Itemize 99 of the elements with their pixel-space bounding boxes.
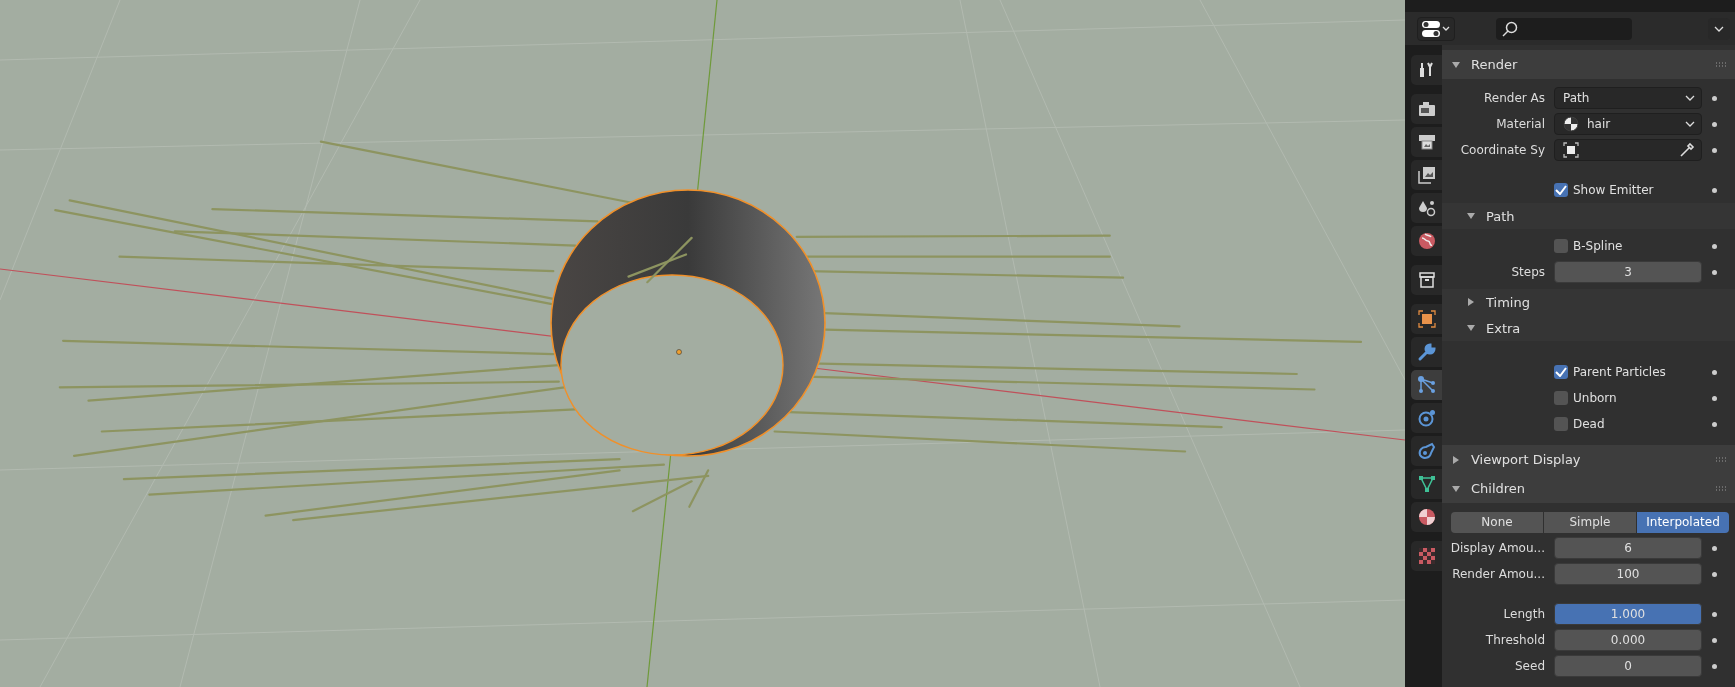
panel-header[interactable]: Render	[1442, 50, 1735, 79]
keyframe-dot-icon[interactable]	[1712, 545, 1717, 551]
search-field[interactable]	[1496, 17, 1632, 40]
properties-tab[interactable]	[1411, 127, 1442, 157]
keyframe-dot-icon[interactable]	[1712, 421, 1717, 427]
printer-icon	[1416, 132, 1437, 152]
images-icon	[1416, 165, 1437, 185]
properties-tab[interactable]	[1411, 304, 1442, 334]
drop-and-circle-icon	[1416, 198, 1437, 218]
properties-tab[interactable]	[1411, 94, 1442, 124]
square-icon	[1416, 309, 1437, 329]
keyframe-dot-icon[interactable]	[1712, 95, 1717, 101]
number-field[interactable]: 3	[1554, 261, 1702, 283]
wrench-icon	[1416, 342, 1437, 362]
number-field[interactable]: 0.000	[1554, 629, 1702, 651]
keyframe-dot-icon[interactable]	[1712, 187, 1717, 193]
keyframe-dot-icon[interactable]	[1712, 147, 1717, 153]
caret-icon	[1685, 95, 1695, 101]
segment-button[interactable]: Interpolated	[1637, 511, 1729, 533]
properties-tab[interactable]	[1411, 193, 1442, 223]
dropdown[interactable]: hair	[1554, 113, 1702, 135]
camera-back-icon	[1416, 99, 1437, 119]
link-ring-icon	[1416, 441, 1437, 461]
editor-type-button[interactable]	[1417, 16, 1455, 41]
orbit-icon	[1416, 408, 1437, 428]
material-ball-icon	[1563, 116, 1579, 132]
properties-tab[interactable]	[1411, 160, 1442, 190]
object-field[interactable]	[1554, 139, 1702, 161]
panel-title: Timing	[1486, 294, 1530, 310]
segment-button[interactable]: Simple	[1544, 511, 1636, 533]
field-label: Material	[1495, 117, 1546, 131]
field-label: Seed	[1514, 659, 1546, 673]
globe-icon	[1416, 231, 1437, 251]
field-label: Threshold	[1484, 633, 1546, 647]
panel-title: Extra	[1486, 320, 1521, 336]
segment-button[interactable]: None	[1451, 511, 1543, 533]
properties-tab[interactable]	[1411, 469, 1442, 499]
checkbox[interactable]	[1554, 365, 1568, 379]
panel-header[interactable]: Children	[1442, 474, 1735, 503]
checkbox[interactable]	[1554, 183, 1568, 197]
checkbox[interactable]	[1554, 417, 1568, 431]
properties-tab[interactable]	[1411, 265, 1442, 295]
field-label: Steps	[1510, 265, 1546, 279]
field-label: Display Amou...	[1449, 541, 1546, 555]
panel-header[interactable]: Path	[1442, 203, 1735, 229]
checkbox-label[interactable]: B-Spline	[1573, 239, 1623, 253]
panel-title: Viewport Display	[1471, 452, 1581, 467]
keyframe-dot-icon[interactable]	[1712, 121, 1717, 127]
dropdown[interactable]: Path	[1554, 87, 1702, 109]
number-field[interactable]: 0	[1554, 655, 1702, 677]
keyframe-dot-icon[interactable]	[1712, 269, 1717, 275]
keyframe-dot-icon[interactable]	[1712, 243, 1717, 249]
properties-tab[interactable]	[1411, 226, 1442, 256]
checkbox-label[interactable]: Dead	[1573, 417, 1605, 431]
field-label: Coordinate Sy	[1459, 143, 1546, 157]
panel-title: Render	[1471, 57, 1518, 72]
properties-tab[interactable]	[1411, 55, 1442, 85]
checkbox-label[interactable]: Unborn	[1573, 391, 1617, 405]
drag-handle-icon	[1715, 456, 1727, 463]
keyframe-dot-icon[interactable]	[1712, 369, 1717, 375]
origin-point	[676, 349, 682, 355]
drag-handle-icon	[1715, 61, 1727, 68]
triangle-vertices-icon	[1416, 474, 1437, 494]
material-ball-icon	[1416, 507, 1437, 527]
properties-tab[interactable]	[1411, 502, 1442, 532]
panel-header[interactable]: Viewport Display	[1442, 445, 1735, 474]
caret-icon	[1685, 121, 1695, 127]
checkbox[interactable]	[1554, 239, 1568, 253]
checkmark-icon	[1555, 185, 1567, 195]
properties-tab[interactable]	[1411, 436, 1442, 466]
checkmark-icon	[1555, 367, 1567, 377]
field-label: Length	[1502, 607, 1546, 621]
keyframe-dot-icon[interactable]	[1712, 571, 1717, 577]
checker-icon	[1416, 546, 1437, 566]
properties-tab[interactable]	[1411, 403, 1442, 433]
number-field[interactable]: 6	[1554, 537, 1702, 559]
object-icon	[1563, 142, 1579, 158]
keyframe-dot-icon[interactable]	[1712, 637, 1717, 643]
box-icon	[1416, 270, 1437, 290]
caret-icon	[1714, 25, 1724, 32]
keyframe-dot-icon[interactable]	[1712, 395, 1717, 401]
drag-handle-icon	[1715, 485, 1727, 492]
number-field[interactable]: 100	[1554, 563, 1702, 585]
search-icon	[1502, 20, 1518, 37]
checkbox-label[interactable]: Show Emitter	[1573, 183, 1654, 197]
checkbox-label[interactable]: Parent Particles	[1573, 365, 1666, 379]
field-label: Render As	[1483, 91, 1546, 105]
panel-header[interactable]: Timing	[1442, 289, 1735, 315]
checkbox[interactable]	[1554, 391, 1568, 405]
number-field[interactable]: 1.000	[1554, 603, 1702, 625]
field-label: Render Amou...	[1451, 567, 1546, 581]
eyedropper-icon	[1679, 142, 1695, 158]
panel-title: Children	[1471, 481, 1526, 496]
nodes-icon	[1416, 375, 1437, 395]
keyframe-dot-icon[interactable]	[1712, 663, 1717, 669]
panel-title: Path	[1486, 208, 1515, 224]
panel-header[interactable]: Extra	[1442, 315, 1735, 341]
keyframe-dot-icon[interactable]	[1712, 611, 1717, 617]
properties-tab[interactable]	[1411, 337, 1442, 367]
